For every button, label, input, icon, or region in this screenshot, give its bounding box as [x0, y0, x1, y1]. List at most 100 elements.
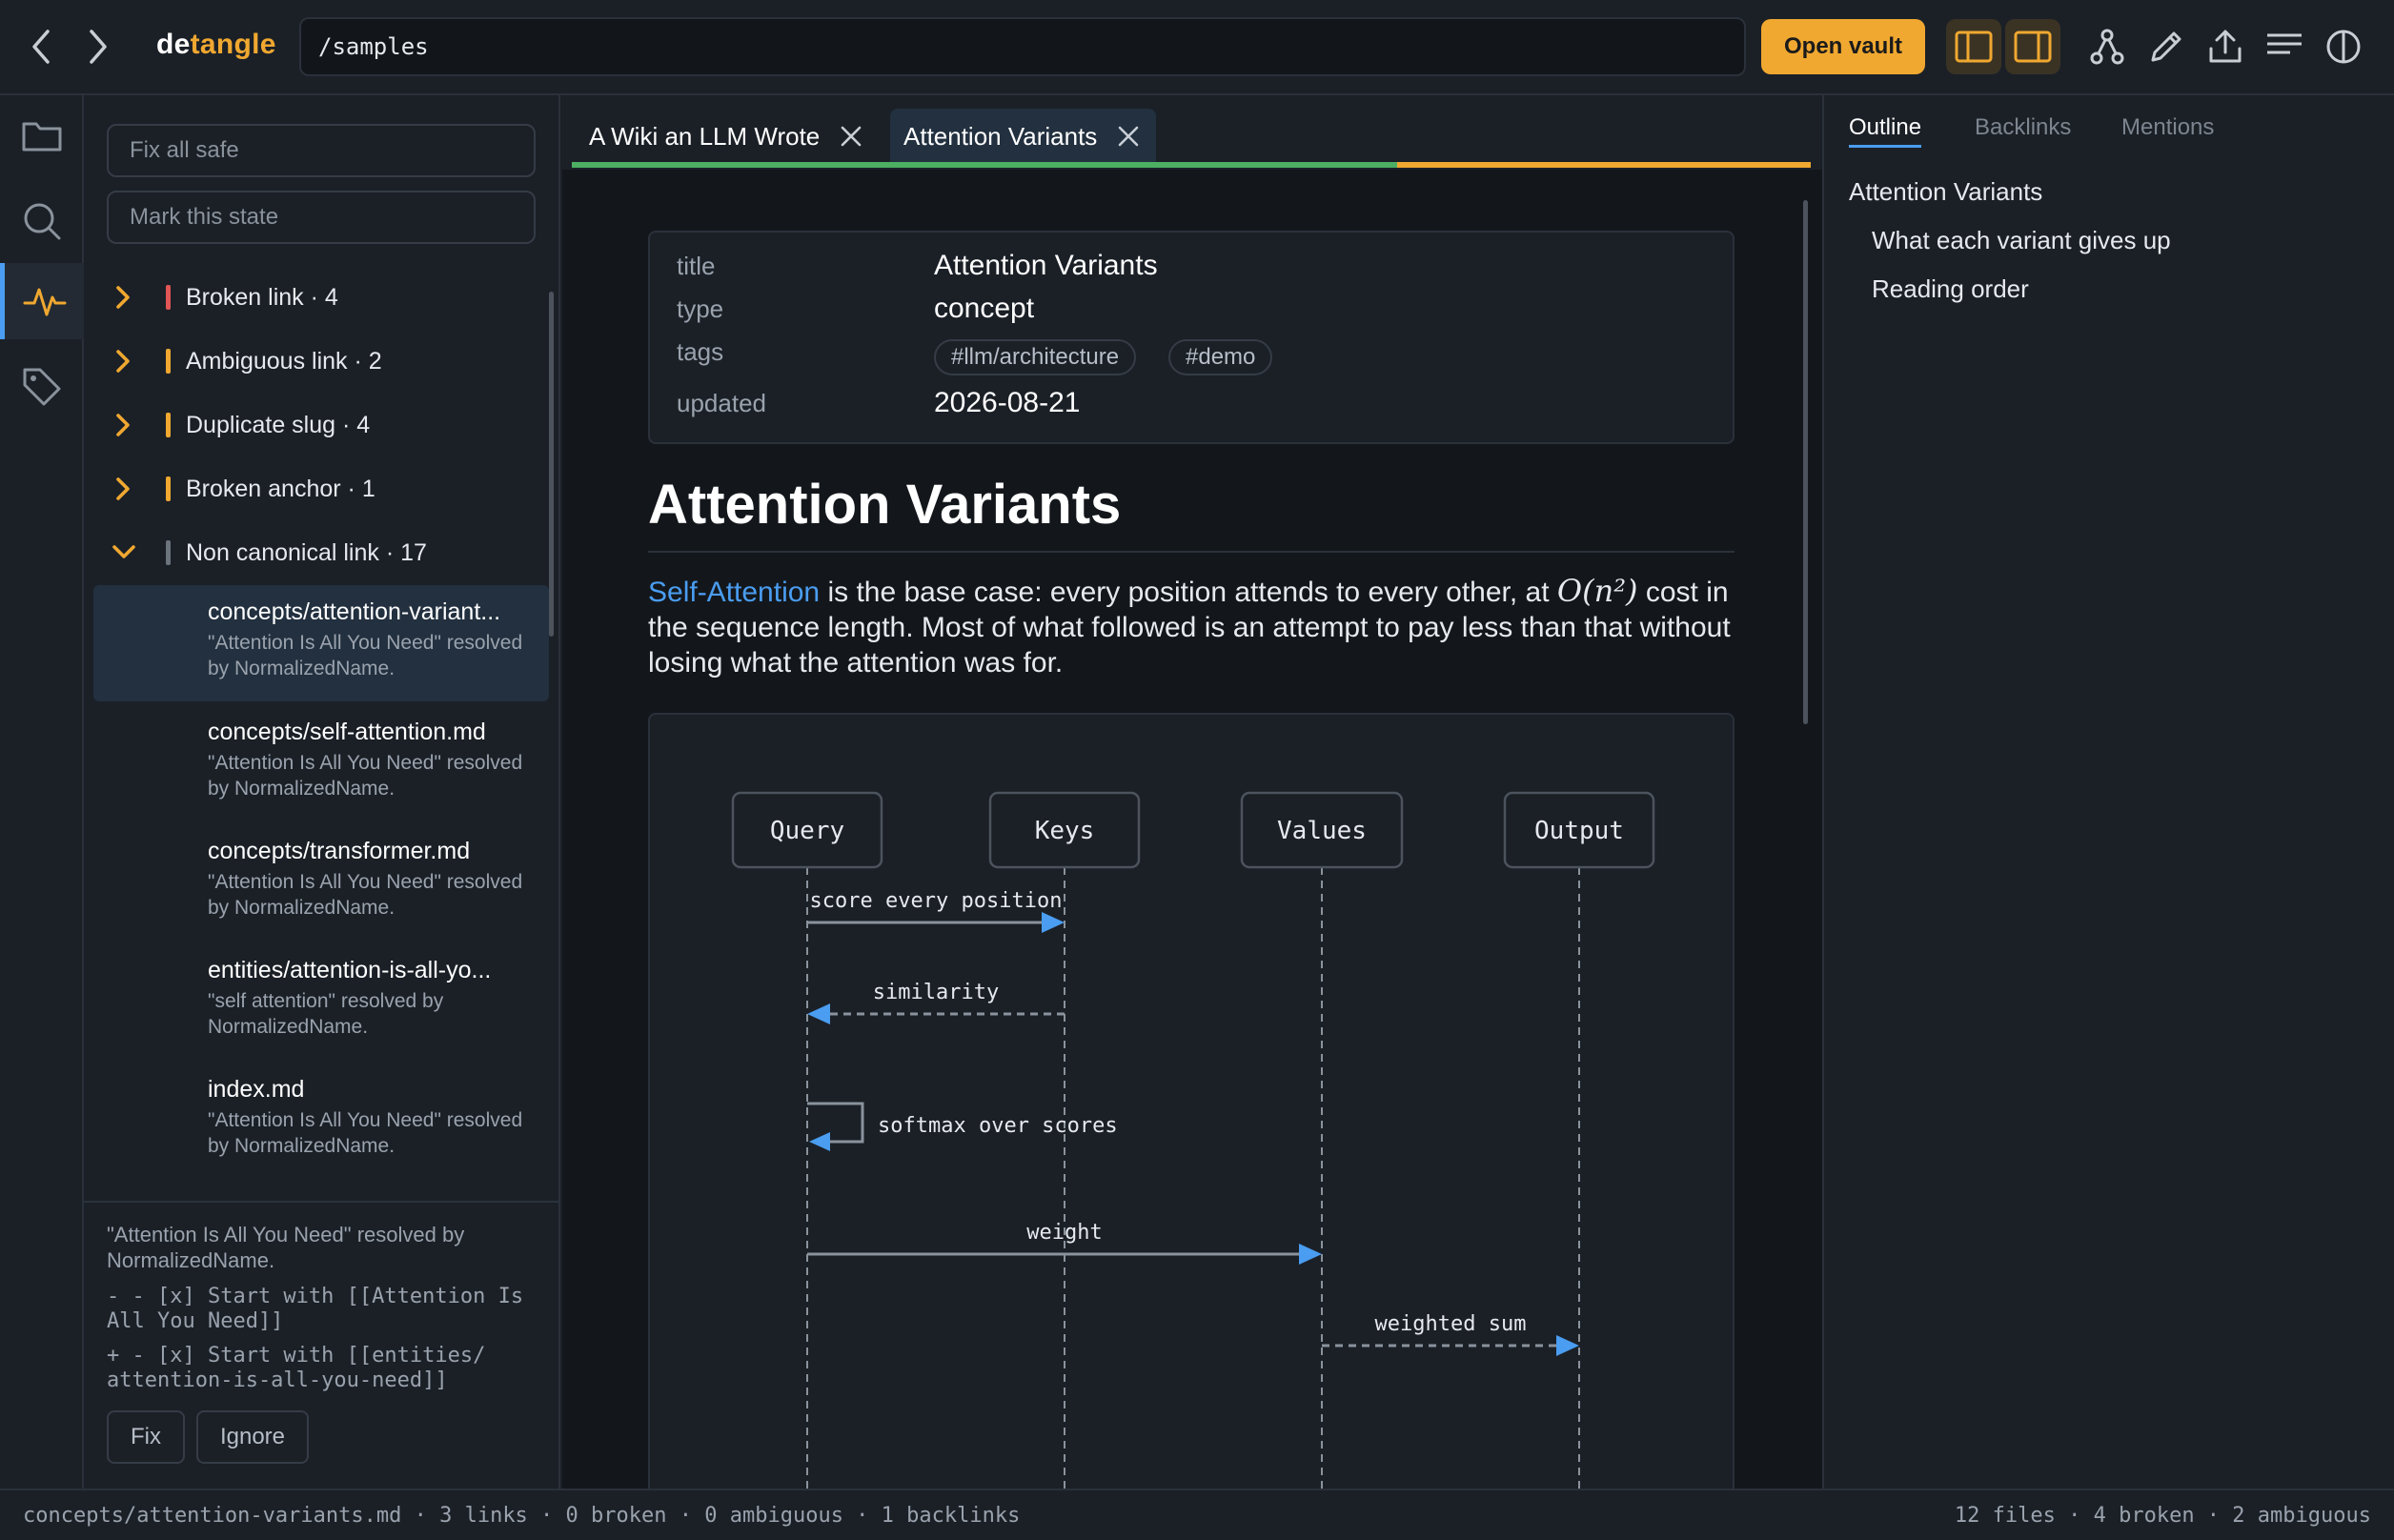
issues-panel: Broken link · 4 Ambiguous link · 2 Duplica… [84, 95, 560, 1489]
forward-button[interactable] [74, 23, 122, 71]
self-attention-link[interactable]: Self-Attention [648, 577, 820, 608]
math-complexity: O(n²) [1556, 573, 1638, 609]
mark-state-input[interactable] [107, 191, 536, 244]
outline-toggle-button[interactable] [2257, 19, 2312, 74]
prop-type-key: type [677, 294, 724, 323]
issue-description: "Attention Is All You Need" resolved by … [208, 632, 523, 679]
tag-chip[interactable]: #demo [1168, 339, 1273, 375]
sequence-diagram: Query Keys Values Output score every positio… [648, 713, 1735, 1489]
pencil-icon [2151, 31, 2181, 62]
rail-tags-button[interactable] [0, 349, 84, 425]
rail-health-button[interactable] [0, 263, 84, 339]
tab-label: A Wiki an LLM Wrote [589, 121, 821, 151]
chevron-right-icon [116, 350, 130, 373]
message-label: similarity [873, 981, 999, 1004]
issue-group-row[interactable]: Broken anchor · 1 [84, 460, 541, 517]
contrast-icon [2326, 30, 2361, 64]
pulse-icon [23, 288, 66, 316]
tab-mentions[interactable]: Mentions [2121, 114, 2214, 145]
theme-toggle-button[interactable] [2316, 19, 2371, 74]
tab-close-button[interactable] [1114, 122, 1143, 151]
sidebar-right-icon [2014, 30, 2052, 63]
chevron-right-icon[interactable] [84, 348, 151, 375]
activity-rail [0, 95, 84, 1489]
prop-tags-key: tags [677, 337, 724, 366]
tab-label: Attention Variants [903, 121, 1098, 151]
issue-description: "Attention Is All You Need" resolved by … [208, 752, 523, 800]
editor-scrollbar[interactable] [1803, 200, 1808, 724]
tab-close-button[interactable] [837, 122, 865, 151]
issue-group-row[interactable]: Non canonical link · 17 [84, 524, 541, 581]
severity-bar [166, 476, 171, 501]
rail-search-button[interactable] [0, 183, 84, 259]
intro-paragraph: Self-Attention is the base case: every p… [648, 574, 1735, 680]
fix-all-safe-input[interactable] [107, 124, 536, 177]
vault-path-input[interactable] [299, 17, 1746, 76]
chevron-right-icon[interactable] [84, 284, 151, 311]
arrowhead [1042, 912, 1065, 933]
chevron-right-icon [116, 286, 130, 309]
issue-list-item[interactable]: concepts/self-attention.md "Attention Is … [93, 705, 549, 821]
prop-title-value[interactable]: Attention Variants [934, 250, 1158, 282]
outline-item[interactable]: What each variant gives up [1872, 226, 2171, 255]
prop-updated-value[interactable]: 2026-08-21 [934, 387, 1080, 419]
ignore-button[interactable]: Ignore [196, 1410, 309, 1464]
outline-item[interactable]: Reading order [1872, 274, 2029, 304]
chevron-right-icon[interactable] [84, 412, 151, 438]
tab-backlinks[interactable]: Backlinks [1975, 114, 2071, 145]
chevron-down-icon[interactable] [84, 539, 151, 566]
open-vault-button[interactable]: Open vault [1761, 19, 1925, 74]
issue-file-path: entities/attention-is-all-yo... [208, 957, 492, 983]
lines-icon [2267, 33, 2302, 54]
rail-files-button[interactable] [0, 97, 84, 173]
issue-group-label: Non canonical link · 17 [186, 538, 427, 566]
issue-list-item[interactable]: index.md "Attention Is All You Need" reso… [93, 1063, 549, 1179]
app-logo: detangle [156, 29, 276, 61]
top-bar: detangle Open vault [0, 0, 2394, 95]
edit-button[interactable] [2139, 19, 2194, 74]
message-arrow-line [807, 1102, 864, 1144]
graph-icon [2090, 29, 2124, 65]
issue-description: "self attention" resolved by NormalizedN… [208, 990, 444, 1038]
prop-type-value[interactable]: concept [934, 293, 1034, 325]
tag-chip[interactable]: #llm/architecture [934, 339, 1137, 375]
status-vault-info: 12 files · 4 broken · 2 ambiguous [1954, 1504, 2371, 1528]
participant-label: Values [1277, 817, 1367, 845]
issue-group-row[interactable]: Ambiguous link · 2 [84, 333, 541, 390]
issue-list-item[interactable]: entities/attention-is-all-yo... "self att… [93, 943, 549, 1060]
participant-label: Output [1534, 817, 1624, 845]
issue-group-label: Broken link · 4 [186, 283, 338, 311]
document-heading: Attention Variants [648, 474, 1122, 536]
tab-wiki-an-llm-wrote[interactable]: A Wiki an LLM Wrote [576, 109, 879, 164]
chevron-down-icon [112, 545, 135, 558]
tab-attention-variants[interactable]: Attention Variants [890, 109, 1157, 164]
arrowhead [1556, 1335, 1579, 1356]
sequence-diagram-svg: Query Keys Values Output score every positio… [731, 791, 1655, 1489]
tab-outline[interactable]: Outline [1849, 114, 1922, 148]
export-button[interactable] [2198, 19, 2253, 74]
chevron-right-icon[interactable] [84, 476, 151, 502]
toggle-left-sidebar-button[interactable] [1946, 19, 2001, 74]
issue-description: "Attention Is All You Need" resolved by … [208, 871, 523, 919]
issue-group-row[interactable]: Duplicate slug · 4 [84, 396, 541, 454]
upload-icon [2209, 30, 2242, 63]
status-bar: concepts/attention-variants.md · 3 links… [0, 1489, 2394, 1540]
chevron-right-icon [90, 30, 107, 64]
diff-added-line: + - [x] Start with [[entities/ attention… [107, 1344, 498, 1392]
issue-description: "Attention Is All You Need" resolved by … [208, 1109, 523, 1157]
issue-group-row[interactable]: Broken link · 4 [84, 269, 541, 326]
issue-list-item[interactable]: concepts/attention-variant... "Attention … [93, 585, 549, 701]
prop-updated-key: updated [677, 389, 766, 417]
issue-list-item[interactable]: concepts/transformer.md "Attention Is All… [93, 824, 549, 941]
graph-view-button[interactable] [2080, 19, 2135, 74]
issue-detail-message: "Attention Is All You Need" resolved by … [107, 1223, 465, 1272]
fix-button[interactable]: Fix [107, 1410, 185, 1464]
tab-progress-orange [1397, 162, 1811, 168]
participant-label: Keys [1035, 817, 1095, 845]
issue-file-path: concepts/transformer.md [208, 838, 471, 864]
back-button[interactable] [17, 23, 65, 71]
outline-item[interactable]: Attention Variants [1849, 177, 2042, 207]
issues-scrollbar[interactable] [549, 292, 554, 637]
toggle-right-sidebar-button[interactable] [2005, 19, 2060, 74]
issue-file-path: concepts/attention-variant... [208, 598, 501, 625]
